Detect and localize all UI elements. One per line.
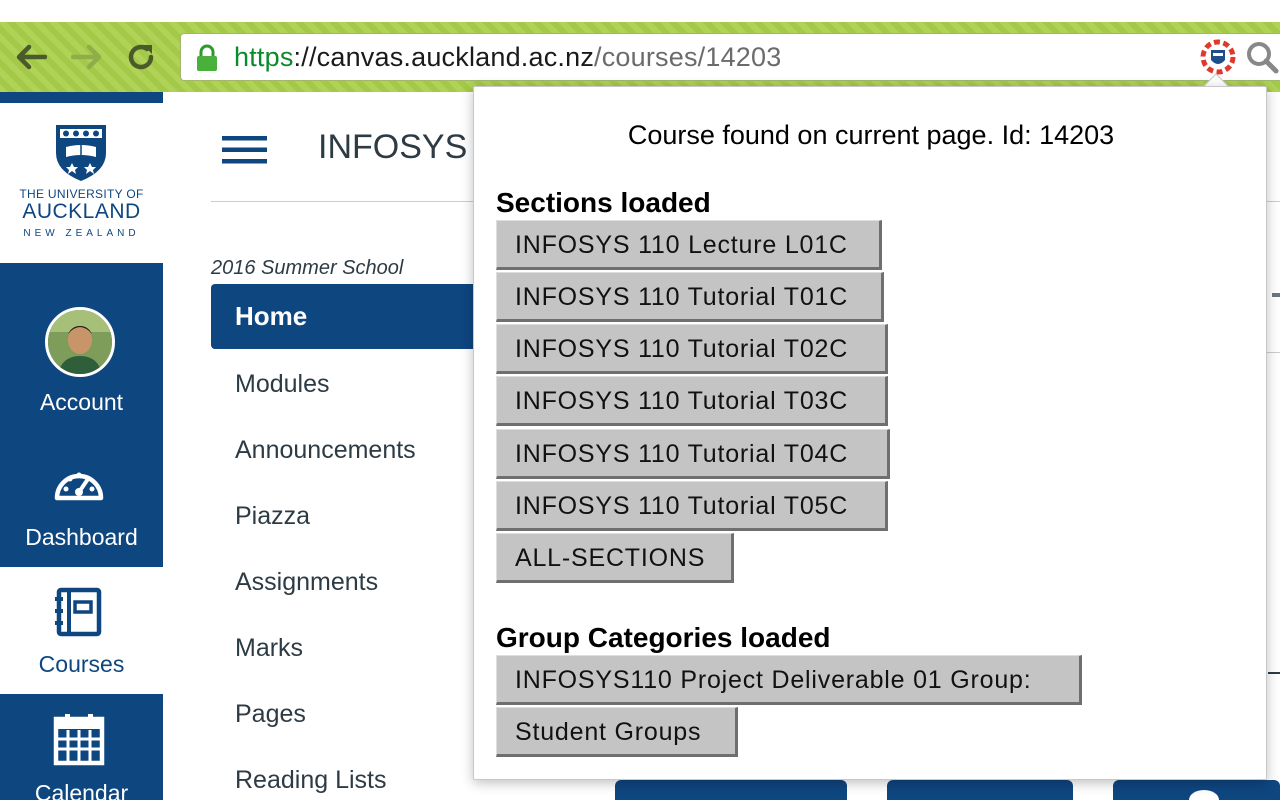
logo-text-line2: AUCKLAND: [22, 200, 141, 223]
background-divider: [1267, 352, 1280, 353]
crest-icon: [56, 125, 106, 181]
lock-icon: [196, 44, 218, 77]
calendar-label: Calendar: [34, 780, 129, 800]
global-nav-courses[interactable]: Courses: [0, 567, 163, 694]
calendar-icon: [53, 714, 105, 766]
url-host: canvas.auckland.ac.nz: [316, 42, 595, 72]
url-scheme: https: [234, 42, 294, 72]
course-nav-piazza[interactable]: Piazza: [235, 502, 310, 531]
dashboard-label: Dashboard: [25, 524, 138, 550]
global-nav-calendar[interactable]: Calendar: [0, 694, 163, 800]
course-nav-announcements[interactable]: Announcements: [235, 436, 416, 465]
global-nav-dashboard[interactable]: Dashboard: [0, 440, 163, 565]
url-path: /courses/14203: [594, 42, 782, 72]
arrow-right-icon: [71, 44, 102, 70]
background-fragment: [1272, 293, 1280, 297]
speedometer-icon: [54, 472, 104, 501]
group-category-button[interactable]: INFOSYS110 Project Deliverable 01 Group:: [496, 655, 1082, 705]
book-icon: [55, 587, 102, 637]
groups-heading: Group Categories loaded: [496, 622, 831, 653]
forward-button[interactable]: [70, 40, 104, 74]
logo-text-line3: NEW ZEALAND: [23, 228, 140, 239]
url-separator: ://: [293, 42, 317, 72]
logo-text-line1: THE UNIVERSITY OF: [19, 187, 144, 201]
background-button[interactable]: [887, 780, 1073, 800]
background-fragment: [1268, 672, 1280, 674]
course-nav-reading-lists[interactable]: Reading Lists: [235, 766, 386, 795]
url-text[interactable]: https://canvas.auckland.ac.nz/courses/14…: [234, 42, 781, 73]
all-sections-button[interactable]: ALL-SECTIONS: [496, 533, 734, 583]
window-top-strip: [0, 0, 1280, 22]
section-button[interactable]: INFOSYS 110 Tutorial T05C: [496, 481, 888, 531]
section-button[interactable]: INFOSYS 110 Tutorial T03C: [496, 376, 888, 426]
course-title[interactable]: INFOSYS: [318, 128, 467, 167]
courses-label: Courses: [38, 651, 125, 677]
course-nav-home[interactable]: Home: [211, 284, 501, 349]
reload-button[interactable]: [124, 40, 158, 74]
course-nav-marks[interactable]: Marks: [235, 634, 303, 663]
section-button[interactable]: INFOSYS 110 Tutorial T02C: [496, 324, 888, 374]
course-nav-pages[interactable]: Pages: [235, 700, 306, 729]
section-button[interactable]: INFOSYS 110 Tutorial T04C: [496, 429, 890, 479]
course-term: 2016 Summer School: [211, 257, 404, 279]
magnifier-icon[interactable]: [1245, 40, 1279, 79]
background-button[interactable]: [615, 780, 847, 800]
reload-icon: [128, 44, 154, 70]
group-category-button[interactable]: Student Groups: [496, 707, 738, 757]
university-logo[interactable]: THE UNIVERSITY OF AUCKLAND NEW ZEALAND: [0, 103, 163, 263]
course-nav-assignments[interactable]: Assignments: [235, 568, 378, 597]
popup-status: Course found on current page. Id: 14203: [627, 120, 1115, 150]
back-button[interactable]: [14, 40, 48, 74]
section-button[interactable]: INFOSYS 110 Lecture L01C: [496, 220, 882, 270]
account-label: Account: [39, 389, 124, 415]
sections-heading: Sections loaded: [496, 187, 711, 218]
section-button[interactable]: INFOSYS 110 Tutorial T01C: [496, 272, 884, 322]
avatar[interactable]: [45, 307, 115, 377]
extension-popup: Course found on current page. Id: 14203 …: [473, 86, 1267, 780]
arrow-left-icon: [16, 44, 47, 70]
course-nav-modules[interactable]: Modules: [235, 370, 330, 399]
hamburger-menu-icon[interactable]: [222, 136, 267, 169]
